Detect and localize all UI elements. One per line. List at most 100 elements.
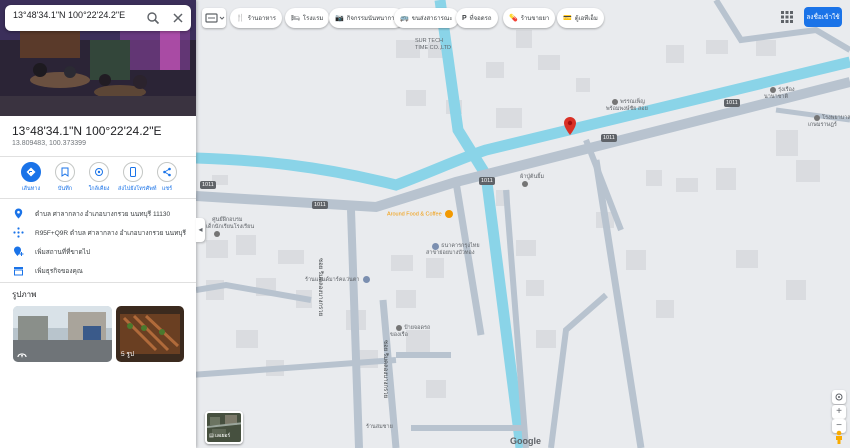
place-panel: 13°48'34.1"N 100°22'24.2"E 13.809483, 10…	[0, 0, 196, 448]
location-pin-marker[interactable]	[564, 117, 576, 135]
poi-marker-icon	[612, 99, 619, 105]
map-street-label: ซอย ริมคลองบางกรวย	[317, 258, 323, 317]
plus-code-text: R95F+Q9R ตำบล ศาลากลาง อำเภอบางกรวย นนทบ…	[35, 230, 186, 237]
chip-transit[interactable]: 🚌 ขนส่งสาธารณะ	[394, 8, 459, 28]
divider	[0, 156, 196, 157]
nearby-label: ใกล้เคียง	[88, 186, 110, 192]
map-poi-chain-text: ร้านแลนด์มาร์คแว่นตา	[305, 277, 360, 283]
close-icon[interactable]	[169, 9, 187, 27]
info-row-add-place[interactable]: เพิ่มสถานที่ที่ขาดไป	[0, 243, 196, 261]
location-pin-icon	[14, 208, 23, 219]
chip-label: ร้านขายยา	[520, 16, 550, 22]
add-business-text: เพิ่มธุรกิจของคุณ	[35, 268, 83, 275]
food-photo[interactable]: 5 รูป	[116, 306, 184, 362]
map-poi-water[interactable]: ป้ายจอดรถ ของเรือ	[390, 318, 430, 346]
road-shield: 1011	[479, 177, 495, 185]
poi-marker-icon	[522, 181, 529, 187]
camera-icon: 📷	[335, 15, 344, 22]
chip-label: กิจกรรมนันทนาการ	[346, 16, 398, 22]
map-poi-left[interactable]: ศูนย์ฝึกอบรม เด็กนักเรียนโรงเรียน	[206, 210, 254, 245]
search-icon[interactable]	[144, 9, 162, 27]
layers-menu-button[interactable]	[202, 8, 226, 28]
place-decimal-coordinates: 13.809483, 100.373399	[12, 140, 86, 147]
send-to-phone-icon	[123, 162, 143, 182]
map-poi-bank[interactable]: ธนาคารกรุงไทย สาขาย่อยบางบัวทอง	[426, 236, 480, 264]
map-poi-shop[interactable]: พรรณเพ็ญ พร้อมพงษ์ชัย สอย	[606, 92, 648, 120]
chip-restaurants[interactable]: 🍴 ร้านอาหาร	[230, 8, 282, 28]
info-row-add-business[interactable]: เพิ่มธุรกิจของคุณ	[0, 262, 196, 280]
street-view-icon	[17, 353, 27, 358]
food-marker-icon	[445, 210, 454, 218]
search-box	[5, 5, 191, 31]
plus-code-icon	[13, 227, 24, 238]
info-row-address[interactable]: ตำบล ศาลากลาง อำเภอบางกรวย นนทบุรี 11130	[0, 205, 196, 223]
street-view-photo[interactable]	[13, 306, 112, 362]
add-business-icon	[14, 267, 23, 276]
road-shield: 1011	[601, 134, 617, 142]
map-label-tech[interactable]: SUR TECH TIME CO.,LTD	[415, 38, 451, 52]
nearby-button[interactable]: ใกล้เคียง	[84, 162, 114, 193]
atm-icon: 💳	[563, 15, 572, 22]
satellite-layer-toggle[interactable]: ▤ เลเยอร์	[205, 411, 243, 444]
divider	[0, 282, 196, 283]
map-label-shop-bottom[interactable]: ร้านสมชาย	[366, 423, 393, 431]
save-button[interactable]: บันทึก	[50, 162, 80, 193]
zoom-in-button[interactable]: +	[832, 405, 846, 419]
map-street-label: ซอย ริมคลองบางกรวย	[382, 340, 388, 399]
layer-label: ▤ เลเยอร์	[209, 433, 231, 439]
pegman-icon[interactable]	[834, 430, 844, 444]
search-input[interactable]	[13, 10, 133, 20]
chip-things-to-do[interactable]: 📷 กิจกรรมนันทนาการ	[329, 8, 404, 28]
map-poi-mid-text: ผ้าปู่ต้นยิ้ม	[520, 174, 545, 180]
bookmark-icon	[55, 162, 75, 182]
google-logo: Google	[510, 436, 541, 446]
poi-marker-icon	[770, 87, 777, 93]
directions-icon	[21, 162, 41, 182]
map-svg	[196, 0, 850, 448]
map-poi-food[interactable]: Around Food & Coffee	[387, 210, 454, 218]
send-to-phone-button[interactable]: ส่งไปยังโทรศัพท์	[118, 162, 157, 193]
chip-label: ที่จอดรถ	[469, 16, 492, 22]
chip-parking[interactable]: P ที่จอดรถ	[456, 8, 498, 28]
apps-grid-icon[interactable]	[779, 9, 795, 25]
parking-icon: P	[462, 14, 467, 22]
road-shield: 1011	[312, 201, 328, 209]
add-place-text: เพิ่มสถานที่ที่ขาดไป	[35, 249, 91, 256]
map-poi-chain[interactable]: ร้านแลนด์มาร์คแว่นตา	[305, 276, 370, 284]
transit-icon: 🚌	[400, 15, 409, 22]
send-to-phone-label: ส่งไปยังโทรศัพท์	[118, 186, 157, 192]
chip-label: ขนส่งสาธารณะ	[411, 16, 453, 22]
poi-marker-icon	[814, 115, 821, 121]
chip-label: ร้านอาหาร	[247, 16, 276, 22]
chip-hotels[interactable]: 🛏 โรงแรม	[285, 8, 330, 28]
hotel-icon: 🛏	[291, 15, 300, 22]
directions-button[interactable]: เส้นทาง	[16, 162, 46, 193]
divider	[0, 198, 196, 199]
collapse-panel-button[interactable]: ◂	[196, 218, 205, 242]
share-button[interactable]: แชร์	[152, 162, 182, 193]
photo-count-caption: 5 รูป	[121, 351, 135, 358]
nearby-icon	[89, 162, 109, 182]
map-poi-shop2[interactable]: รุ่งเรือง นานาชาติ	[764, 80, 795, 108]
chip-pharmacy[interactable]: 💊 ร้านขายยา	[503, 8, 556, 28]
sign-in-label: ลงชื่อเข้าใช้	[806, 14, 840, 21]
chip-label: โรงแรม	[302, 16, 324, 22]
directions-label: เส้นทาง	[21, 186, 41, 192]
info-row-plus-code[interactable]: R95F+Q9R ตำบล ศาลากลาง อำเภอบางกรวย นนทบ…	[0, 224, 196, 242]
map-poi-food-text: Around Food & Coffee	[387, 211, 442, 218]
sign-in-button[interactable]: ลงชื่อเข้าใช้	[804, 7, 842, 27]
chip-atm[interactable]: 💳 ตู้เอทีเอ็ม	[557, 8, 604, 28]
map-canvas[interactable]: 1011 1011 1011 1011 1011 SUR TECH TIME C…	[196, 0, 850, 448]
my-location-button[interactable]	[832, 390, 846, 404]
place-title: 13°48'34.1"N 100°22'24.2"E	[12, 124, 162, 138]
pharmacy-icon: 💊	[509, 15, 518, 22]
map-poi-shop2-text: รุ่งเรือง นานาชาติ	[764, 87, 795, 100]
road-shield: 1011	[200, 181, 216, 189]
map-poi-right[interactable]: โรงพยาบาล เกษมราษฎร์	[808, 108, 850, 136]
poi-marker-icon	[396, 325, 403, 331]
shop-marker-icon	[362, 276, 370, 284]
crosshair-icon	[835, 393, 843, 401]
map-poi-mid[interactable]: ผ้าปู่ต้นยิ้ม	[514, 167, 544, 193]
chevron-left-icon: ◂	[198, 225, 203, 234]
photos-heading: รูปภาพ	[12, 290, 37, 299]
